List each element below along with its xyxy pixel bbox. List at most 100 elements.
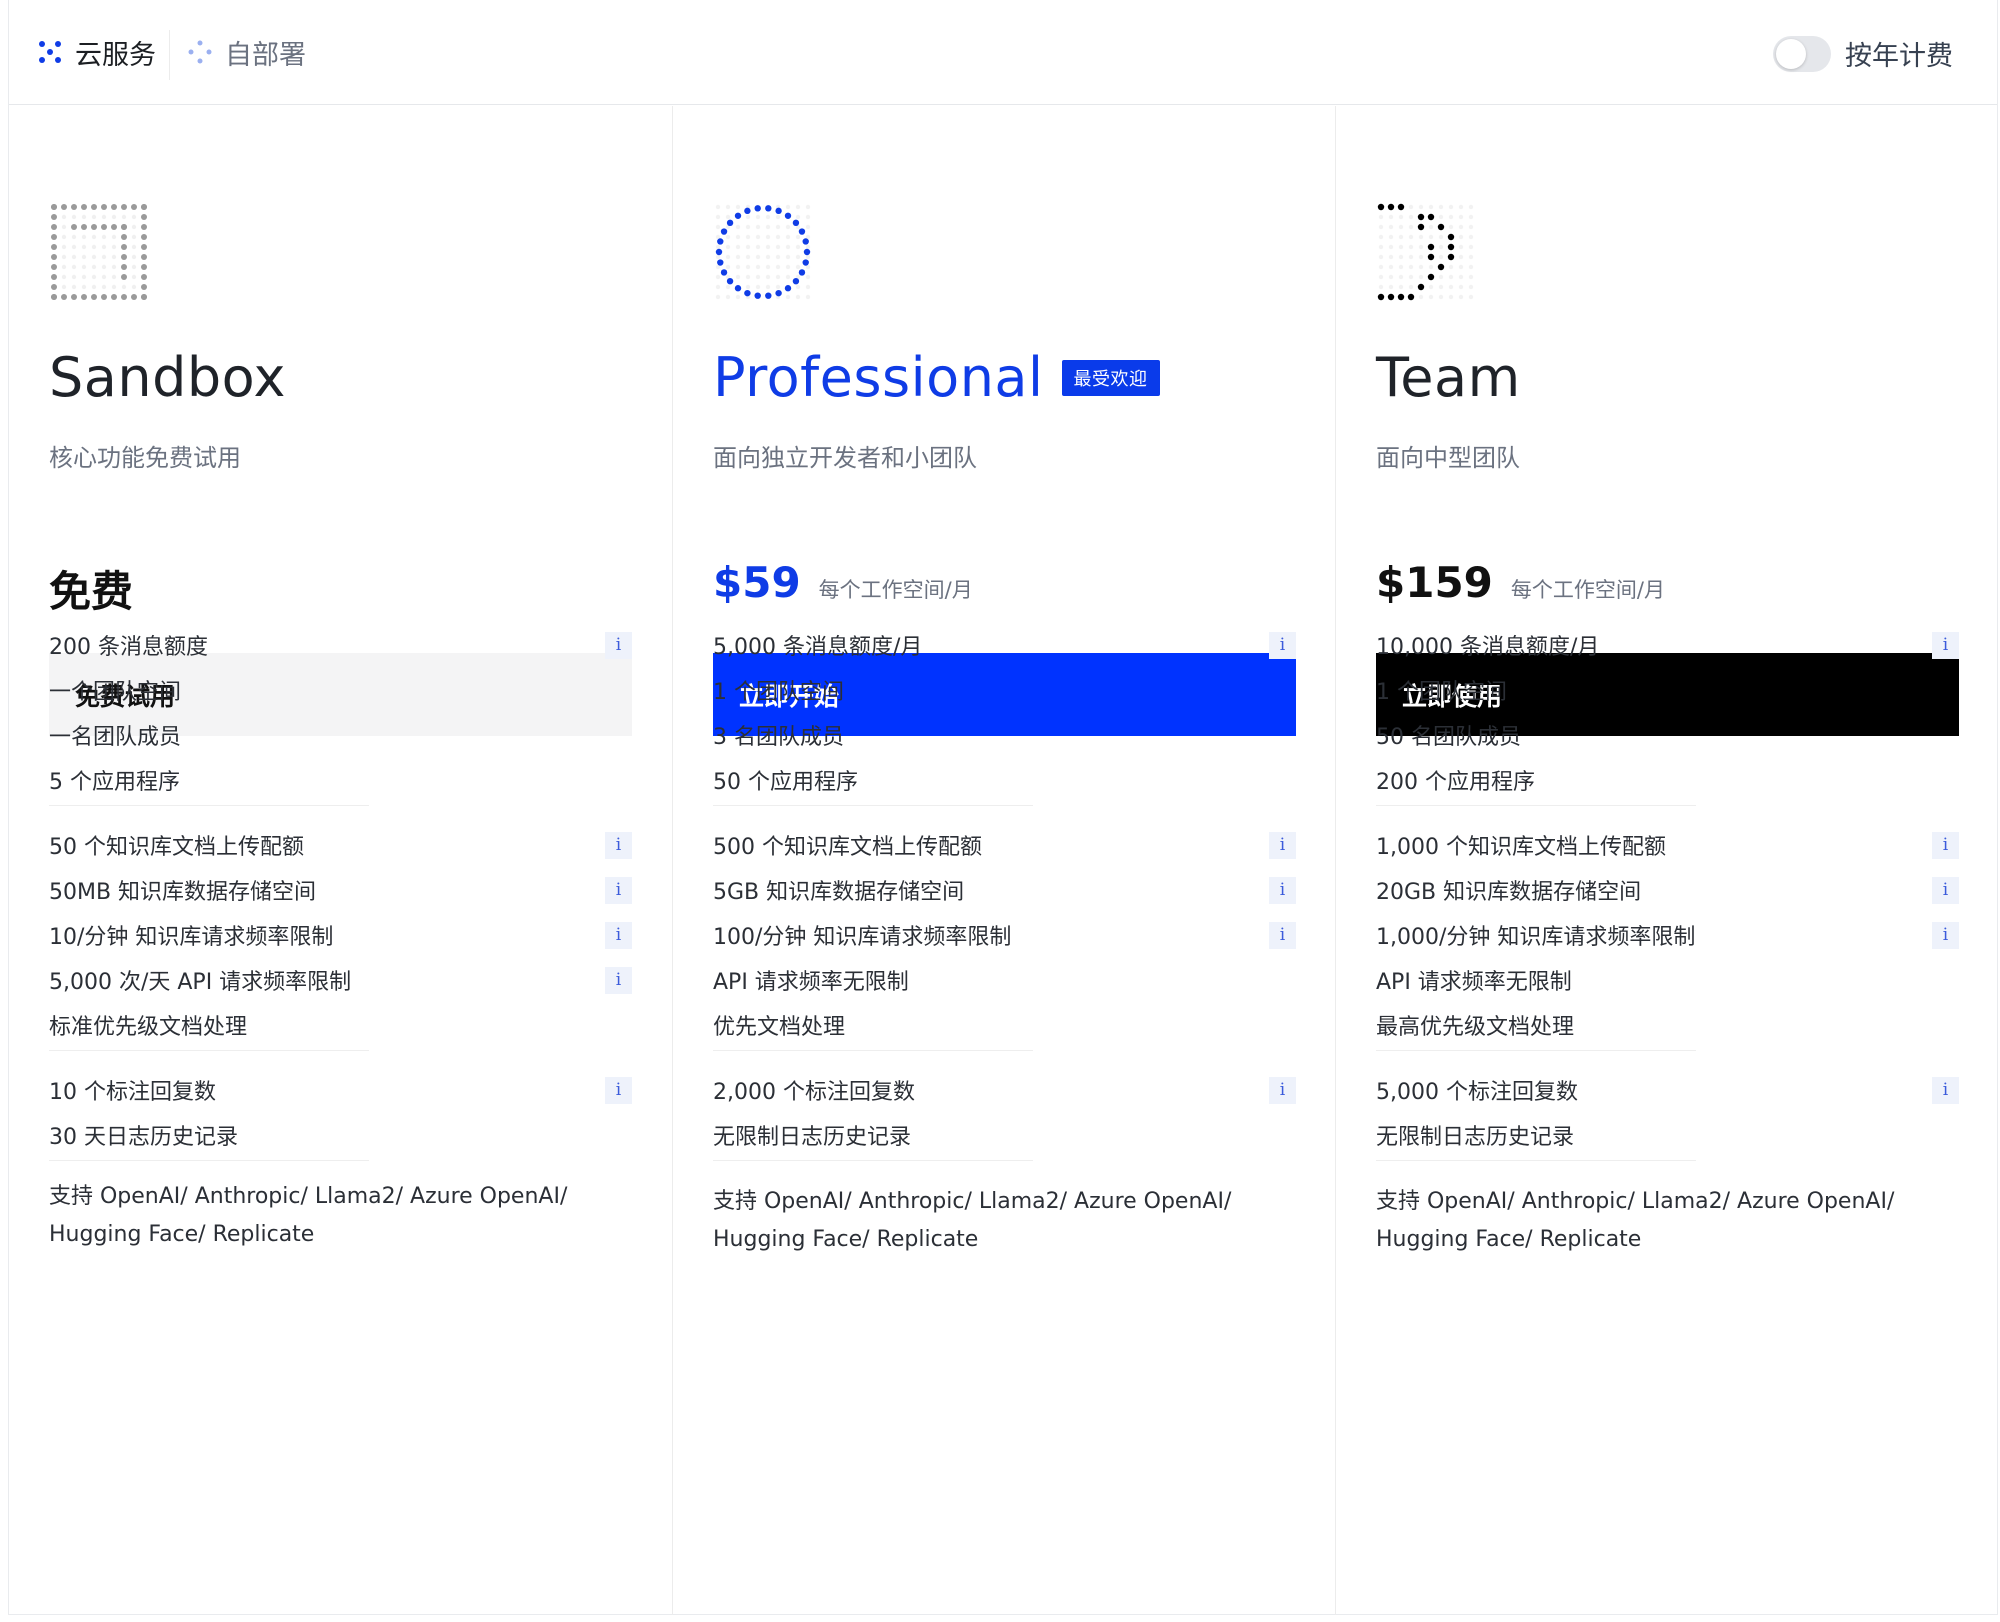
top-bar: 云服务 自部署 按年计费 <box>9 0 1997 105</box>
feature-item: 50MB 知识库数据存储空间 i <box>49 875 632 905</box>
feature-item: 1,000/分钟 知识库请求频率限制 i <box>1376 920 1959 950</box>
feature-item: 一个团队空间 <box>49 675 632 705</box>
d-shape-dots-icon <box>1377 203 1474 301</box>
feature-text: 1 个团队空间 <box>1376 680 1507 705</box>
supported-models-line: 支持 OpenAI/ Anthropic/ Llama2/ Azure Open… <box>49 1184 568 1209</box>
info-icon[interactable]: i <box>1932 921 1959 949</box>
feature-item: 5,000 条消息额度/月 i <box>713 630 1296 660</box>
info-icon[interactable]: i <box>1269 831 1296 859</box>
feature-text: 500 个知识库文档上传配额 <box>713 835 982 860</box>
feature-text: 50MB 知识库数据存储空间 <box>49 880 317 905</box>
info-icon[interactable]: i <box>1932 1076 1959 1104</box>
info-icon[interactable]: i <box>605 831 632 859</box>
plan-name-text: Professional <box>713 346 1044 409</box>
info-icon[interactable]: i <box>1269 876 1296 904</box>
supported-models-line: 支持 OpenAI/ Anthropic/ Llama2/ Azure Open… <box>1376 1189 1895 1214</box>
circle-dots-icon <box>715 204 811 300</box>
plan-name-text: Team <box>1376 346 1521 409</box>
supported-models: 支持 OpenAI/ Anthropic/ Llama2/ Azure Open… <box>713 1183 1296 1259</box>
feature-text: 5,000 条消息额度/月 <box>713 635 923 660</box>
feature-item: 3 名团队成员 <box>713 720 1296 750</box>
info-icon[interactable]: i <box>605 966 632 994</box>
feature-item: 100/分钟 知识库请求频率限制 i <box>713 920 1296 950</box>
info-icon[interactable]: i <box>605 921 632 949</box>
section-divider <box>713 1050 1033 1051</box>
feature-text: 5,000 次/天 API 请求频率限制 <box>49 970 352 995</box>
feature-item: 50 个应用程序 <box>713 765 1296 795</box>
feature-item: 50 名团队成员 <box>1376 720 1959 750</box>
feature-item: 200 个应用程序 <box>1376 765 1959 795</box>
info-icon[interactable]: i <box>1269 921 1296 949</box>
feature-text: 一名团队成员 <box>49 725 182 750</box>
feature-item: 2,000 个标注回复数 i <box>713 1075 1296 1105</box>
feature-text: 5GB 知识库数据存储空间 <box>713 880 965 905</box>
plan-description: 核心功能免费试用 <box>49 444 241 472</box>
feature-text: 标准优先级文档处理 <box>49 1015 248 1040</box>
feature-item: 无限制日志历史记录 <box>713 1120 1296 1150</box>
feature-text: 100/分钟 知识库请求频率限制 <box>713 925 1012 950</box>
feature-item: 50 个知识库文档上传配额 i <box>49 830 632 860</box>
feature-item: 5,000 次/天 API 请求频率限制 i <box>49 965 632 995</box>
supported-models-line: Hugging Face/ Replicate <box>713 1227 979 1252</box>
plan-name-text: Sandbox <box>49 346 286 409</box>
feature-text: 50 名团队成员 <box>1376 725 1521 750</box>
plan-description: 面向独立开发者和小团队 <box>713 444 977 472</box>
feature-text: API 请求频率无限制 <box>1376 970 1572 995</box>
feature-item: 无限制日志历史记录 <box>1376 1120 1959 1150</box>
feature-text: 1 个团队空间 <box>713 680 844 705</box>
plan-card-team: Team 面向中型团队 $159 每个工作空间/月 立即使用 10,000 条消… <box>1335 106 1998 1615</box>
feature-text: 10,000 条消息额度/月 <box>1376 635 1600 660</box>
square-dots-icon <box>51 204 147 300</box>
info-icon[interactable]: i <box>1932 831 1959 859</box>
plan-card-professional: Professional 最受欢迎 面向独立开发者和小团队 $59 每个工作空间… <box>672 106 1335 1615</box>
feature-item: API 请求频率无限制 <box>713 965 1296 995</box>
feature-text: 2,000 个标注回复数 <box>713 1080 915 1105</box>
feature-text: 5 个应用程序 <box>49 770 180 795</box>
supported-models-line: Hugging Face/ Replicate <box>49 1222 315 1247</box>
feature-text: 10/分钟 知识库请求频率限制 <box>49 925 334 950</box>
feature-item: 1 个团队空间 <box>713 675 1296 705</box>
feature-text: 30 天日志历史记录 <box>49 1125 238 1150</box>
info-icon[interactable]: i <box>1269 631 1296 659</box>
feature-text: 200 个应用程序 <box>1376 770 1535 795</box>
info-icon[interactable]: i <box>1269 1076 1296 1104</box>
tab-self-hosted[interactable]: 自部署 <box>187 32 306 72</box>
feature-text: 5,000 个标注回复数 <box>1376 1080 1578 1105</box>
cloud-dots-icon <box>39 41 61 63</box>
price-value: $159 <box>1376 558 1493 607</box>
annual-billing-label: 按年计费 <box>1845 41 1953 72</box>
pricing-frame: 云服务 自部署 按年计费 Sandbox 核心功能免费试用 免费 免费试用 20… <box>8 0 1998 1615</box>
info-icon[interactable]: i <box>1932 631 1959 659</box>
feature-text: 20GB 知识库数据存储空间 <box>1376 880 1642 905</box>
feature-item: 5GB 知识库数据存储空间 i <box>713 875 1296 905</box>
section-divider <box>1376 1050 1696 1051</box>
feature-text: 50 个知识库文档上传配额 <box>49 835 304 860</box>
price-value: $59 <box>713 558 801 607</box>
plan-price: 免费 <box>49 558 133 619</box>
feature-item: 10/分钟 知识库请求频率限制 i <box>49 920 632 950</box>
section-divider <box>49 1050 369 1051</box>
tab-cloud-label: 云服务 <box>75 39 156 71</box>
plan-description: 面向中型团队 <box>1376 444 1520 472</box>
info-icon[interactable]: i <box>605 876 632 904</box>
info-icon[interactable]: i <box>605 631 632 659</box>
info-icon[interactable]: i <box>1932 876 1959 904</box>
feature-text: 1,000/分钟 知识库请求频率限制 <box>1376 925 1696 950</box>
feature-item: API 请求频率无限制 <box>1376 965 1959 995</box>
feature-text: 一个团队空间 <box>49 680 182 705</box>
plan-card-sandbox: Sandbox 核心功能免费试用 免费 免费试用 200 条消息额度 i 一个团队空… <box>9 106 672 1615</box>
annual-billing-toggle[interactable]: 按年计费 <box>1773 34 1953 73</box>
tab-self-hosted-label: 自部署 <box>225 39 306 71</box>
section-divider <box>49 805 369 806</box>
tab-separator <box>169 30 170 80</box>
section-divider <box>713 1160 1033 1161</box>
feature-item: 最高优先级文档处理 <box>1376 1010 1959 1040</box>
tab-cloud-service[interactable]: 云服务 <box>37 32 156 72</box>
section-divider <box>49 1160 369 1161</box>
plan-name: Sandbox <box>49 346 286 409</box>
toggle-switch[interactable] <box>1773 35 1831 72</box>
feature-text: API 请求频率无限制 <box>713 970 909 995</box>
feature-item: 30 天日志历史记录 <box>49 1120 632 1150</box>
info-icon[interactable]: i <box>605 1076 632 1104</box>
feature-item: 20GB 知识库数据存储空间 i <box>1376 875 1959 905</box>
